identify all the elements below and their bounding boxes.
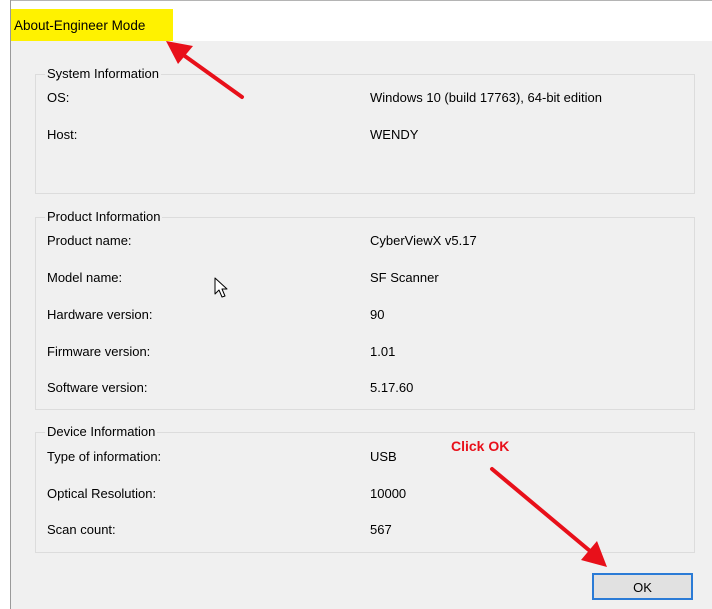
dialog-titlebar: About-Engineer Mode: [11, 1, 712, 43]
scan-count-label: Scan count:: [47, 522, 116, 537]
model-name-value: SF Scanner: [370, 270, 439, 285]
product-information-group: Product Information Product name: CyberV…: [35, 209, 695, 410]
product-name-label: Product name:: [47, 233, 132, 248]
system-information-group: System Information OS: Windows 10 (build…: [35, 66, 695, 194]
scan-count-value: 567: [370, 522, 392, 537]
ok-button[interactable]: OK: [592, 573, 693, 600]
software-version-label: Software version:: [47, 380, 148, 395]
firmware-version-label: Firmware version:: [47, 344, 151, 359]
os-value: Windows 10 (build 17763), 64-bit edition: [370, 90, 602, 105]
dialog-title: About-Engineer Mode: [11, 9, 174, 43]
os-label: OS:: [47, 90, 70, 105]
model-name-label: Model name:: [47, 270, 123, 285]
hardware-version-value: 90: [370, 307, 385, 322]
optical-resolution-label: Optical Resolution:: [47, 486, 157, 501]
device-information-heading: Device Information: [45, 424, 158, 440]
host-value: WENDY: [370, 127, 419, 142]
system-information-heading: System Information: [45, 66, 161, 82]
type-of-information-value: USB: [370, 449, 397, 464]
firmware-version-value: 1.01: [370, 344, 396, 359]
product-information-heading: Product Information: [45, 209, 163, 225]
product-name-value: CyberViewX v5.17: [370, 233, 477, 248]
hardware-version-label: Hardware version:: [47, 307, 153, 322]
host-label: Host:: [47, 127, 78, 142]
software-version-value: 5.17.60: [370, 380, 414, 395]
device-information-group: Device Information Type of information: …: [35, 424, 695, 553]
dialog-body: System Information OS: Windows 10 (build…: [11, 41, 712, 609]
type-of-information-label: Type of information:: [47, 449, 162, 464]
click-ok-annotation: Click OK: [451, 438, 510, 454]
optical-resolution-value: 10000: [370, 486, 407, 501]
